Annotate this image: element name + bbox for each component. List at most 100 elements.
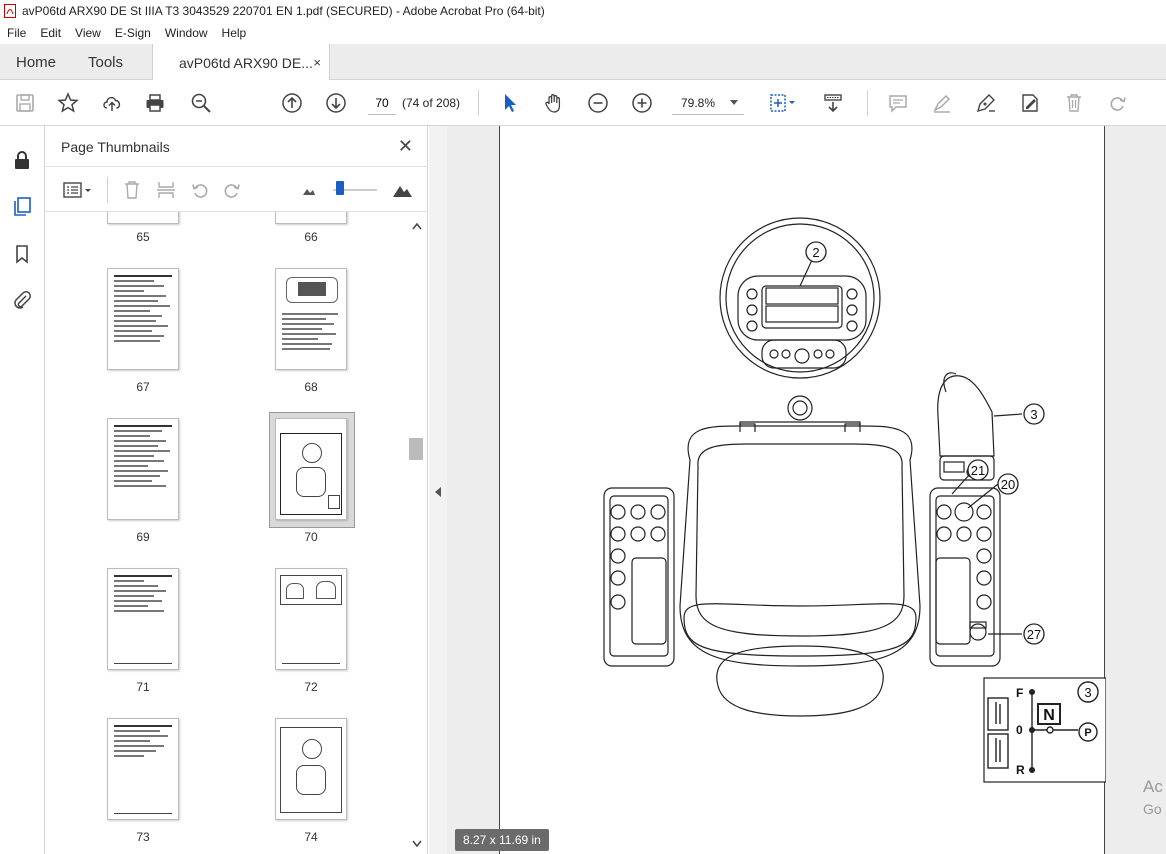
thumbnail-smaller-icon[interactable] xyxy=(295,177,321,203)
bookmark-star-icon[interactable] xyxy=(55,90,81,116)
scrollbar-thumb[interactable] xyxy=(409,438,423,460)
edit-document-icon[interactable] xyxy=(1017,90,1043,116)
page-thumbnails-icon[interactable] xyxy=(8,192,36,220)
pdf-page: 2 3 21 20 27 3 F 0 R N P xyxy=(499,126,1106,854)
left-navigation-rail xyxy=(0,126,45,854)
menu-file[interactable]: File xyxy=(0,26,33,40)
menu-help[interactable]: Help xyxy=(215,26,254,40)
hand-tool-icon[interactable] xyxy=(541,90,567,116)
page-thumbnail[interactable] xyxy=(107,268,179,370)
lock-icon[interactable] xyxy=(8,146,36,174)
delete-pages-icon[interactable] xyxy=(119,177,145,203)
menu-esign[interactable]: E-Sign xyxy=(108,26,158,40)
activation-watermark: Ac Go xyxy=(1143,776,1163,820)
panel-toolbar xyxy=(45,166,428,212)
thumbnail-label: 69 xyxy=(136,530,150,544)
zoom-search-icon[interactable] xyxy=(188,90,214,116)
previous-page-icon[interactable] xyxy=(279,90,305,116)
draw-pen-icon[interactable] xyxy=(973,90,999,116)
upload-cloud-icon[interactable] xyxy=(99,90,125,116)
inset-park-label: P xyxy=(1084,727,1091,739)
activation-watermark-line2: Go xyxy=(1143,801,1162,817)
scroll-down-icon[interactable] xyxy=(412,840,422,848)
zoom-out-icon[interactable] xyxy=(585,90,611,116)
menu-bar: File Edit View E-Sign Window Help xyxy=(0,22,1166,44)
callout-number: 3 xyxy=(1030,407,1037,422)
document-viewer[interactable]: 2 3 21 20 27 3 F 0 R N P 8.27 x 11.69 in… xyxy=(447,126,1166,854)
page-thumbnail[interactable] xyxy=(107,568,179,670)
inset-reverse-label: R xyxy=(1016,763,1025,777)
tab-close-icon[interactable]: × xyxy=(313,55,321,70)
page-thumbnail[interactable] xyxy=(275,268,347,370)
panel-close-icon[interactable]: ✕ xyxy=(398,136,413,157)
thumbnail-label: 65 xyxy=(136,230,150,244)
scroll-up-icon[interactable] xyxy=(412,222,422,230)
inset-number: 3 xyxy=(1084,685,1091,700)
activation-watermark-line1: Ac xyxy=(1143,777,1163,796)
bookmarks-icon[interactable] xyxy=(8,240,36,268)
page-size-badge: 8.27 x 11.69 in xyxy=(455,829,549,851)
toolbar-divider xyxy=(867,90,868,116)
thumbnail-label: 72 xyxy=(304,680,318,694)
page-thumbnail[interactable] xyxy=(275,212,347,224)
scroll-mode-icon[interactable] xyxy=(820,90,846,116)
zoom-level-value: 79.8% xyxy=(681,95,716,110)
page-thumbnail[interactable] xyxy=(275,568,347,670)
thumbnail-label: 71 xyxy=(136,680,150,694)
page-thumbnail[interactable] xyxy=(107,718,179,820)
redo-icon[interactable] xyxy=(1105,90,1131,116)
comment-icon[interactable] xyxy=(885,90,911,116)
options-menu-icon[interactable] xyxy=(59,177,95,203)
menu-view[interactable]: View xyxy=(68,26,108,40)
thumbnail-larger-icon[interactable] xyxy=(389,177,415,203)
main-toolbar: (74 of 208) 79.8% xyxy=(0,80,1166,126)
thumbnail-label: 73 xyxy=(136,830,150,844)
save-icon[interactable] xyxy=(12,90,38,116)
select-cursor-icon[interactable] xyxy=(497,90,523,116)
chevron-down-icon xyxy=(730,100,738,105)
page-thumbnail[interactable] xyxy=(107,212,179,224)
callout-number: 21 xyxy=(971,463,985,478)
tab-tools[interactable]: Tools xyxy=(88,44,123,80)
page-count-label: (74 of 208) xyxy=(402,96,461,110)
rotate-left-icon[interactable] xyxy=(187,177,213,203)
tab-bar: Home Tools avP06td ARX90 DE... × xyxy=(0,44,1166,81)
fit-page-icon[interactable] xyxy=(764,90,800,116)
tab-document[interactable]: avP06td ARX90 DE... × xyxy=(152,44,330,81)
thumbnail-scrollbar[interactable] xyxy=(407,212,428,854)
thumbnail-label: 70 xyxy=(304,530,318,544)
thumbnail-grid: 65 66 67 68 69 70 71 72 73 74 xyxy=(45,212,407,854)
highlight-pen-icon[interactable] xyxy=(929,90,955,116)
zoom-in-icon[interactable] xyxy=(629,90,655,116)
menu-window[interactable]: Window xyxy=(158,26,215,40)
callout-number: 27 xyxy=(1027,627,1041,642)
rotate-right-icon[interactable] xyxy=(219,177,245,203)
title-bar: avP06td ARX90 DE St IIIA T3 3043529 2207… xyxy=(0,0,1166,22)
inset-forward-label: F xyxy=(1016,686,1023,700)
window-title: avP06td ARX90 DE St IIIA T3 3043529 2207… xyxy=(22,4,545,18)
thumbnail-label: 66 xyxy=(304,230,318,244)
inset-zero-label: 0 xyxy=(1016,723,1023,737)
toolbar-divider xyxy=(107,177,108,203)
delete-trash-icon[interactable] xyxy=(1061,90,1087,116)
tab-document-label: avP06td ARX90 DE... xyxy=(179,54,313,71)
page-number-input[interactable] xyxy=(368,91,396,115)
toolbar-divider xyxy=(478,90,479,116)
next-page-icon[interactable] xyxy=(323,90,349,116)
print-icon[interactable] xyxy=(142,90,168,116)
callout-number: 2 xyxy=(812,245,819,260)
panel-title: Page Thumbnails xyxy=(61,139,170,155)
page-thumbnail-selected[interactable] xyxy=(275,418,347,520)
thumbnail-size-slider-handle[interactable] xyxy=(336,181,344,195)
menu-edit[interactable]: Edit xyxy=(33,26,68,40)
zoom-level-dropdown[interactable]: 79.8% xyxy=(672,91,744,115)
extract-pages-icon[interactable] xyxy=(153,177,179,203)
pdf-file-icon xyxy=(4,4,16,18)
thumbnail-label: 68 xyxy=(304,380,318,394)
panel-collapse-handle[interactable] xyxy=(429,126,447,854)
page-thumbnail[interactable] xyxy=(275,718,347,820)
thumbnail-label: 67 xyxy=(136,380,150,394)
attachment-paperclip-icon[interactable] xyxy=(8,286,36,314)
page-thumbnail[interactable] xyxy=(107,418,179,520)
tab-home[interactable]: Home xyxy=(16,44,56,80)
